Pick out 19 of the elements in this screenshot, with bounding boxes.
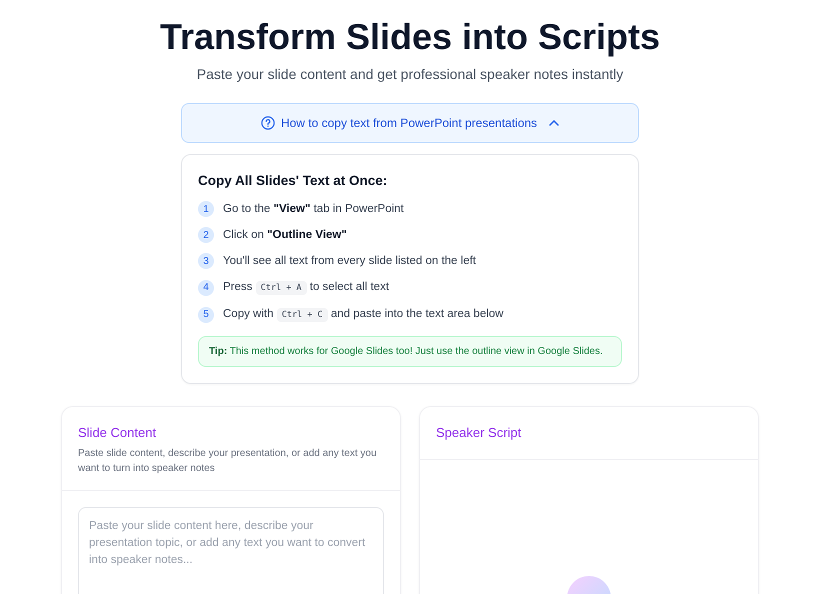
step-number: 4 bbox=[198, 280, 214, 296]
step-number: 3 bbox=[198, 253, 214, 269]
step-text: Go to the "View" tab in PowerPoint bbox=[223, 202, 404, 217]
panel-title: Speaker Script bbox=[436, 425, 522, 440]
panel-title: Slide Content bbox=[78, 425, 158, 440]
step-text: Press Ctrl + A to select all text bbox=[223, 280, 390, 297]
step-number: 2 bbox=[198, 227, 214, 243]
page-subtitle: Paste your slide content and get professional speaker notes instantly bbox=[196, 66, 624, 82]
step-text: Copy with Ctrl + C and paste into the text area below bbox=[223, 307, 504, 324]
step-text: Click on "Outline View" bbox=[223, 228, 347, 243]
step-number: 5 bbox=[198, 306, 214, 322]
panel-description: Paste slide content, describe your presentation, or add any text you want to turn into speaker notes bbox=[78, 447, 378, 476]
instructions-heading: Copy All Slides' Text at Once: bbox=[198, 173, 388, 188]
help-toggle-button[interactable]: How to copy text from PowerPoint presentations bbox=[181, 103, 639, 143]
step-text: You'll see all text from every slide listed on the left bbox=[223, 254, 476, 269]
step-number: 1 bbox=[198, 201, 214, 217]
input-field[interactable]: Paste your slide content here, describe your presentation topic, or add any text you want to convert into speaker notes... bbox=[78, 507, 384, 594]
page-title: Transform Slides into Scripts bbox=[160, 15, 660, 59]
tip-note: Tip: This method works for Google Slides too! Just use the outline view in Google Slides. bbox=[198, 336, 622, 367]
